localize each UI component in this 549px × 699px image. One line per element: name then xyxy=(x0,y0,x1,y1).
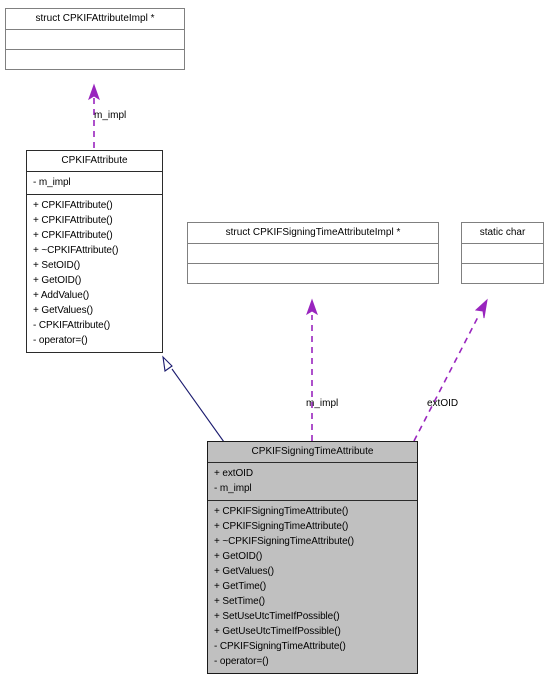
class-operation: + SetUseUtcTimeIfPossible() xyxy=(214,611,340,622)
node-title: CPKIFSigningTimeAttribute xyxy=(251,446,374,457)
node-attributes-compartment xyxy=(188,243,438,263)
edge-signing-time-m-impl xyxy=(306,298,318,441)
class-operation: + GetUseUtcTimeIfPossible() xyxy=(214,626,341,637)
node-attributes-compartment: - m_impl xyxy=(27,171,162,194)
class-operation: - operator=() xyxy=(33,335,88,346)
edge-label-signing-time-m-impl: m_impl xyxy=(306,398,339,409)
node-title: static char xyxy=(479,227,526,238)
node-cpkif-attribute[interactable]: CPKIFAttribute - m_impl + CPKIFAttribute… xyxy=(26,150,163,353)
edge-signing-time-extoid xyxy=(413,298,488,442)
class-attribute: + extOID xyxy=(214,468,253,479)
node-attribute-impl[interactable]: struct CPKIFAttributeImpl * xyxy=(5,8,185,70)
class-operation: + GetTime() xyxy=(214,581,267,592)
class-operation: + AddValue() xyxy=(33,290,90,301)
class-operation: - operator=() xyxy=(214,656,269,667)
node-attributes-compartment xyxy=(462,243,543,263)
node-title: struct CPKIFSigningTimeAttributeImpl * xyxy=(225,227,401,238)
node-static-char[interactable]: static char xyxy=(461,222,544,284)
class-operation: + SetTime() xyxy=(214,596,266,607)
node-title: struct CPKIFAttributeImpl * xyxy=(35,13,155,24)
class-attribute: - m_impl xyxy=(33,177,71,188)
class-operation: + GetValues() xyxy=(33,305,93,316)
node-operations-compartment: + CPKIFAttribute() + CPKIFAttribute() + … xyxy=(27,194,162,352)
class-operation: + CPKIFSigningTimeAttribute() xyxy=(214,521,349,532)
class-operation: + CPKIFAttribute() xyxy=(33,215,113,226)
node-cpkif-signing-time-attribute[interactable]: CPKIFSigningTimeAttribute + extOID - m_i… xyxy=(207,441,418,674)
node-attributes-compartment xyxy=(6,29,184,49)
class-operation: + GetOID() xyxy=(33,275,82,286)
uml-class-diagram-canvas: struct CPKIFAttributeImpl * CPKIFAttribu… xyxy=(0,0,549,699)
node-operations-compartment: + CPKIFSigningTimeAttribute() + CPKIFSig… xyxy=(208,500,417,673)
class-operation: + GetValues() xyxy=(214,566,274,577)
class-operation: + ~CPKIFAttribute() xyxy=(33,245,119,256)
node-operations-compartment xyxy=(6,49,184,69)
edge-label-attribute-m-impl: m_impl xyxy=(94,110,127,121)
class-operation: + GetOID() xyxy=(214,551,263,562)
class-operation: - CPKIFAttribute() xyxy=(33,320,111,331)
edge-label-signing-time-extoid: extOID xyxy=(427,398,459,409)
node-attributes-compartment: + extOID - m_impl xyxy=(208,462,417,500)
class-operation: + CPKIFSigningTimeAttribute() xyxy=(214,506,349,517)
class-operation: + CPKIFAttribute() xyxy=(33,230,113,241)
node-signing-time-impl[interactable]: struct CPKIFSigningTimeAttributeImpl * xyxy=(187,222,439,284)
class-operation: + ~CPKIFSigningTimeAttribute() xyxy=(214,536,355,547)
node-title: CPKIFAttribute xyxy=(61,155,128,166)
class-operation: + CPKIFAttribute() xyxy=(33,200,113,211)
node-operations-compartment xyxy=(188,263,438,283)
class-attribute: - m_impl xyxy=(214,483,252,494)
class-operation: + SetOID() xyxy=(33,260,81,271)
class-operation: - CPKIFSigningTimeAttribute() xyxy=(214,641,346,652)
edge-inheritance xyxy=(162,355,225,443)
node-operations-compartment xyxy=(462,263,543,283)
